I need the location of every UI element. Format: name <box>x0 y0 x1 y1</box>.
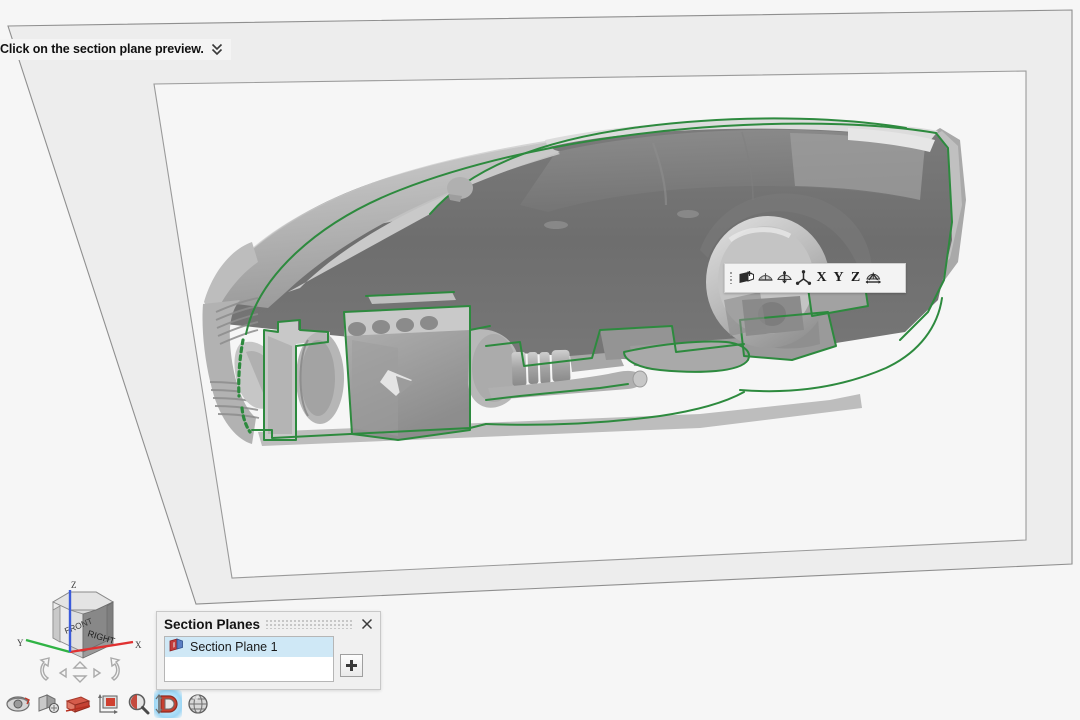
section-plane-tool-icon[interactable] <box>64 690 92 718</box>
axis-x-button[interactable]: X <box>813 267 830 289</box>
rotate-left-icon <box>39 657 50 681</box>
section-planes-panel-body: Section Plane 1 <box>157 636 380 682</box>
globe-icon[interactable] <box>184 690 212 718</box>
status-tooltip-text: Click on the section plane preview. <box>0 42 204 56</box>
section-planes-panel[interactable]: Section Planes Section Plane 1 <box>156 611 381 690</box>
pan-icon[interactable] <box>34 690 62 718</box>
application-window: Click on the section plane preview. X Y … <box>0 0 1080 720</box>
move-plane-icon[interactable] <box>864 267 883 289</box>
view-nav-arrows <box>39 657 121 683</box>
view-cube: FRONT RIGHT <box>52 591 117 659</box>
arrow-down-icon <box>72 675 88 683</box>
axis-y-label: Y <box>17 638 24 648</box>
section-plane-context-toolbar[interactable]: X Y Z <box>724 263 906 293</box>
chevron-double-down-icon[interactable] <box>211 42 223 56</box>
arrow-up-icon <box>72 661 88 669</box>
status-tooltip: Click on the section plane preview. <box>0 39 231 60</box>
rotate-right-icon <box>110 657 121 681</box>
list-item-label: Section Plane 1 <box>190 640 278 654</box>
axis-z-label: Z <box>71 580 77 590</box>
panel-drag-grip[interactable] <box>266 618 354 630</box>
axis-z-button[interactable]: Z <box>847 267 864 289</box>
flip-plane-icon[interactable] <box>756 267 775 289</box>
section-planes-panel-title: Section Planes <box>164 616 261 632</box>
section-plane-list-icon <box>169 637 184 657</box>
arrow-left-icon <box>58 667 67 679</box>
arrow-right-icon <box>93 667 102 679</box>
section-plane-icon[interactable] <box>737 267 756 289</box>
zoom-icon[interactable] <box>124 690 152 718</box>
axis-y-button[interactable]: Y <box>830 267 847 289</box>
list-item[interactable]: Section Plane 1 <box>165 637 333 657</box>
toolbar-drag-grip[interactable] <box>728 269 735 287</box>
axis-x-label: X <box>135 640 142 650</box>
reverse-plane-icon[interactable] <box>775 267 794 289</box>
orbit-icon[interactable] <box>4 690 32 718</box>
plus-icon <box>346 660 357 671</box>
add-section-plane-button[interactable] <box>340 654 363 677</box>
zoom-window-icon[interactable] <box>94 690 122 718</box>
bottom-toolbar[interactable] <box>0 688 1080 720</box>
align-axes-icon[interactable] <box>794 267 813 289</box>
view-cube-widget[interactable]: FRONT RIGHT X Y Z <box>8 572 148 687</box>
section-planes-list[interactable]: Section Plane 1 <box>164 636 334 682</box>
zoom-extents-icon[interactable] <box>154 690 182 718</box>
close-icon[interactable] <box>360 617 374 631</box>
section-planes-panel-header[interactable]: Section Planes <box>157 612 380 636</box>
